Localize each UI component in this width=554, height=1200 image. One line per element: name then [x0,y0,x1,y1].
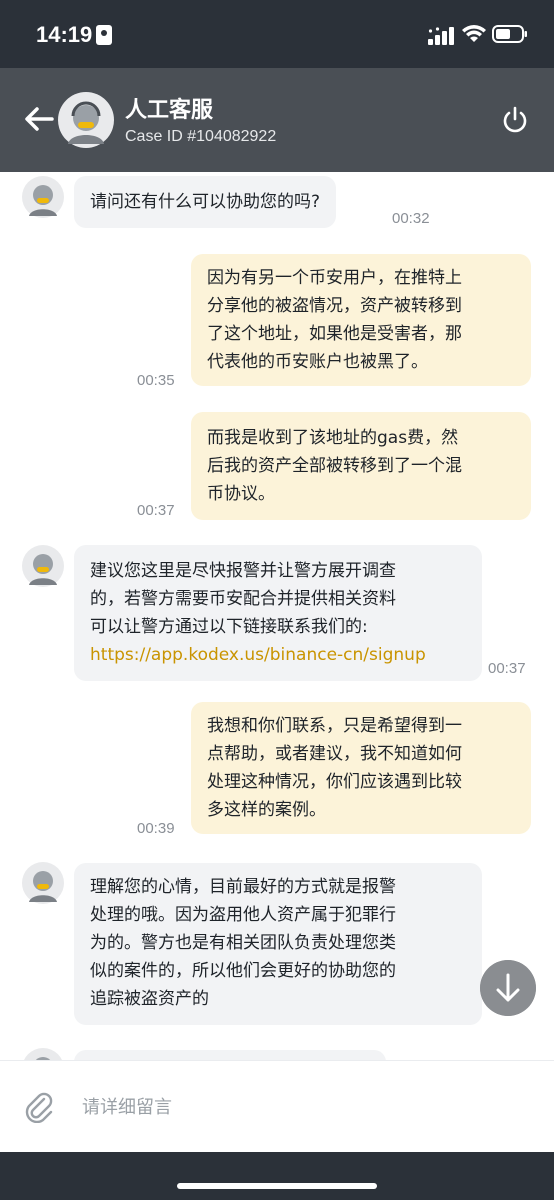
message-text: 处理这种情况，你们应该遇到比较 [207,772,462,792]
message-outgoing: 我想和你们联系，只是希望得到一 点帮助，或者建议，我不知道如何 处理这种情况，你… [0,702,554,842]
message-bubble: 而我是收到了该地址的gas费，然 后我的资产全部被转移到了一个混 币协议。 [191,412,531,520]
agent-avatar [24,1048,62,1060]
agent-avatar [22,176,64,218]
message-time: 00:37 [488,660,526,677]
message-text: 而我是收到了该地址的gas费，然 [207,428,459,448]
message-time: 00:37 [137,502,175,519]
home-indicator-area [0,1152,554,1200]
home-indicator[interactable] [177,1183,377,1189]
agent-avatar [22,545,64,587]
message-bubble: 我想和你们联系，只是希望得到一 点帮助，或者建议，我不知道如何 处理这种情况，你… [191,702,531,834]
message-text: 点帮助，或者建议，我不知道如何 [207,744,462,764]
message-text: 可以让警方通过以下链接联系我们的: [90,617,368,637]
chat-header: 人工客服 Case ID #104082922 [0,68,554,172]
message-text: 似的案件的，所以他们会更好的协助您的 [90,961,396,981]
message-bubble: 理解您的心情，目前最好的方式就是报警 处理的哦。因为盗用他人资产属于犯罪行 为的… [74,863,482,1025]
message-text: 我想和你们联系，只是希望得到一 [207,716,462,736]
agent-avatar [22,862,64,904]
message-bubble: 请问还有什么可以协助您的吗? [74,176,337,228]
message-text: 追踪被盗资产的 [90,989,209,1009]
message-input[interactable] [70,1085,530,1129]
message-text: 后我的资产全部被转移到了一个混 [207,456,462,476]
message-text: 请问还有什么可以协助您的吗? [90,192,321,212]
wifi-icon [462,25,486,42]
message-text: 代表他的币安账户也被黑了。 [207,352,428,372]
message-bubble: 因为有另一个币安用户，在推特上 分享他的被盗情况，资产被转移到 了这个地址，如果… [191,254,531,386]
message-incoming: 请问还有什么可以协助您的吗? 00:32 [0,172,554,242]
message-text: 建议您这里是尽快报警并让警方展开调查 [90,561,396,581]
message-text: 了这个地址，如果他是受害者，那 [207,324,462,344]
message-text: 为的。警方也是有相关团队负责处理您类 [90,933,396,953]
paperclip-icon[interactable] [24,1091,54,1123]
message-bubble [74,1050,386,1060]
message-outgoing: 而我是收到了该地址的gas费，然 后我的资产全部被转移到了一个混 币协议。 00… [0,412,554,524]
message-time: 00:32 [392,210,430,227]
agent-avatar [58,92,114,148]
message-text: 因为有另一个币安用户，在推特上 [207,268,462,288]
message-text: 币协议。 [207,484,275,504]
case-id: Case ID #104082922 [125,128,277,145]
message-text: 分享他的被盗情况，资产被转移到 [207,296,462,316]
message-incoming: 建议您这里是尽快报警并让警方展开调查 的，若警方需要币安配合并提供相关资料 可以… [0,542,554,682]
status-time: 14:19 [36,22,93,47]
power-icon[interactable] [500,105,530,135]
message-input-bar [0,1060,554,1152]
status-bar: 14:19 [0,0,554,68]
chat-title: 人工客服 [125,98,214,123]
message-bubble: 建议您这里是尽快报警并让警方展开调查 的，若警方需要币安配合并提供相关资料 可以… [74,545,482,681]
message-outgoing: 因为有另一个币安用户，在推特上 分享他的被盗情况，资产被转移到 了这个地址，如果… [0,254,554,394]
chat-messages[interactable]: 请问还有什么可以协助您的吗? 00:32 因为有另一个币安用户，在推特上 分享他… [0,172,554,1060]
message-time: 00:39 [137,820,175,837]
battery-icon [492,25,527,43]
contact-card-icon [96,25,112,45]
message-time: 00:35 [137,372,175,389]
arrow-left-icon[interactable] [22,102,56,136]
scroll-down-button[interactable] [480,960,536,1016]
message-text: 的，若警方需要币安配合并提供相关资料 [90,589,396,609]
message-text: 理解您的心情，目前最好的方式就是报警 [90,877,396,897]
cellular-signal-icon [428,27,454,45]
message-incoming: 理解您的心情，目前最好的方式就是报警 处理的哦。因为盗用他人资产属于犯罪行 为的… [0,860,554,1030]
message-text: 多这样的案例。 [207,800,326,820]
message-text: 处理的哦。因为盗用他人资产属于犯罪行 [90,905,396,925]
message-link[interactable]: https://app.kodex.us/binance-cn/signup [90,641,466,669]
message-incoming [0,1046,554,1060]
